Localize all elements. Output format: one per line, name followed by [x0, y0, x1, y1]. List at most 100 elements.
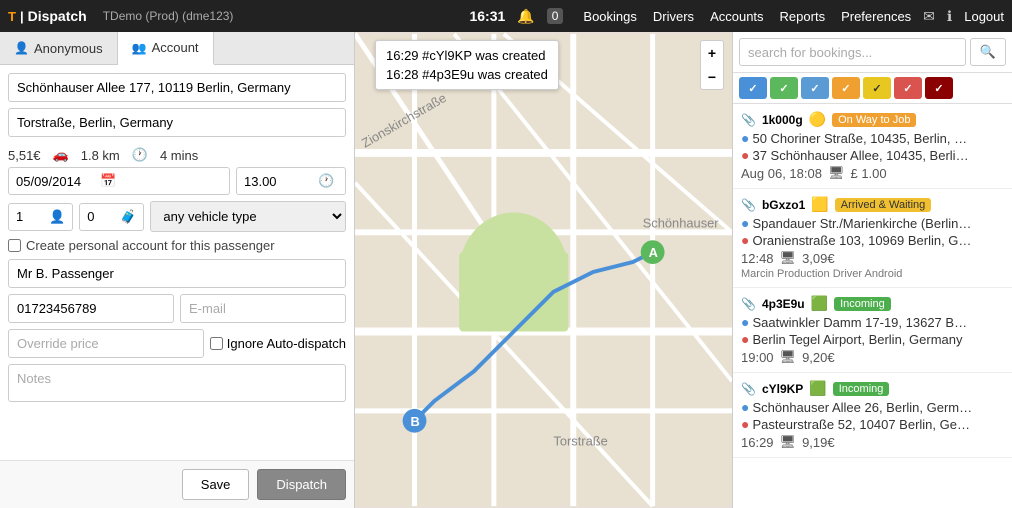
svg-text:Schönhauser: Schönhauser — [643, 215, 720, 230]
passenger-name-row — [8, 259, 346, 288]
destination-row — [8, 108, 346, 137]
nav-drivers[interactable]: Drivers — [653, 9, 694, 24]
pax-row: 👤 🧳 any vehicle type Standard Premium Va… — [8, 201, 346, 232]
action-row: Save Dispatch — [0, 460, 354, 508]
map-popup-1: 16:29 #cYl9KP was created 16:28 #4p3E9u … — [375, 40, 559, 90]
pax-count-input[interactable] — [16, 209, 44, 224]
booking-price: 9,19€ — [802, 435, 835, 450]
zoom-in-button[interactable]: + — [701, 41, 723, 65]
time-input[interactable] — [244, 174, 314, 189]
pax-count-field: 👤 — [8, 203, 73, 231]
search-button[interactable]: 🔍 — [970, 38, 1006, 66]
filter-row: ✓ ✓ ✓ ✓ ✓ ✓ ✓ — [733, 73, 1012, 104]
booking-header: 📎 cYl9KP 🟩 Incoming — [741, 380, 1004, 397]
filter-orange[interactable]: ✓ — [832, 77, 860, 99]
phone-input[interactable] — [8, 294, 174, 323]
vehicle-type-select[interactable]: any vehicle type Standard Premium Van — [150, 201, 346, 232]
booking-id: cYl9KP — [762, 382, 803, 396]
nav-preferences[interactable]: Preferences — [841, 9, 911, 24]
main-layout: 👤 Anonymous 👥 Account 5,51€ 🚗 1.8 km 🕐 4… — [0, 32, 1012, 508]
nav-reports[interactable]: Reports — [780, 9, 826, 24]
right-panel: 🔍 ✓ ✓ ✓ ✓ ✓ ✓ ✓ 📎 1k000g 🟡 On Way to Job… — [732, 32, 1012, 508]
route-price: 5,51€ — [8, 148, 41, 163]
booking-item[interactable]: 📎 1k000g 🟡 On Way to Job ● 50 Choriner S… — [733, 104, 1012, 189]
tab-account[interactable]: 👥 Account — [118, 32, 214, 65]
from-address: Spandauer Str./Marienkirche (Berlin), 10… — [752, 216, 972, 231]
filter-red[interactable]: ✓ — [894, 77, 922, 99]
route-time-icon: 🕐 — [132, 147, 148, 163]
booking-id: 4p3E9u — [762, 297, 805, 311]
date-wrapper: 📅 — [8, 167, 230, 195]
filter-green[interactable]: ✓ — [770, 77, 798, 99]
email-input[interactable] — [180, 294, 346, 323]
booking-price: 3,09€ — [802, 251, 835, 266]
app-name: Dispatch — [28, 8, 87, 24]
to-address: Berlin Tegel Airport, Berlin, Germany — [752, 332, 962, 347]
create-account-label: Create personal account for this passeng… — [26, 238, 275, 253]
override-price-input[interactable] — [8, 329, 204, 358]
status-indicator: 🟡 — [809, 111, 826, 128]
filter-darkred[interactable]: ✓ — [925, 77, 953, 99]
booking-time: 16:29 — [741, 435, 774, 450]
svg-text:B: B — [411, 414, 420, 429]
popup-1-text: 16:29 #cYl9KP was created — [386, 46, 548, 65]
booking-driver: Marcin Production Driver Android — [741, 268, 1004, 280]
left-panel: 👤 Anonymous 👥 Account 5,51€ 🚗 1.8 km 🕐 4… — [0, 32, 355, 508]
save-button[interactable]: Save — [182, 469, 250, 500]
passenger-name-input[interactable] — [8, 259, 346, 288]
booking-item[interactable]: 📎 bGxzo1 🟨 Arrived & Waiting ● Spandauer… — [733, 189, 1012, 288]
pipe: | — [20, 9, 24, 24]
from-address: Saatwinkler Damm 17-19, 13627 Berlin,... — [752, 315, 972, 330]
filter-yellow[interactable]: ✓ — [863, 77, 891, 99]
status-indicator: 🟨 — [811, 196, 828, 213]
filter-blue[interactable]: ✓ — [739, 77, 767, 99]
attachment-icon: 📎 — [741, 297, 756, 311]
ignore-autodispatch-checkbox[interactable] — [210, 337, 223, 350]
notes-textarea[interactable] — [8, 364, 346, 402]
booking-meta: Aug 06, 18:08 🖥 £ 1.00 — [741, 165, 1004, 181]
meter-icon: 🖥 — [780, 434, 797, 450]
booking-search-input[interactable] — [739, 38, 966, 66]
to-dot: ● — [741, 148, 749, 162]
bell-icon[interactable]: 🔔 — [517, 8, 534, 25]
from-dot: ● — [741, 131, 749, 145]
booking-list: 📎 1k000g 🟡 On Way to Job ● 50 Choriner S… — [733, 104, 1012, 508]
to-address: 37 Schönhauser Allee, 10435, Berlin, G..… — [752, 148, 972, 163]
nav-bookings[interactable]: Bookings — [583, 9, 636, 24]
booking-from: ● Saatwinkler Damm 17-19, 13627 Berlin,.… — [741, 315, 1004, 330]
booking-item[interactable]: 📎 4p3E9u 🟩 Incoming ● Saatwinkler Damm 1… — [733, 288, 1012, 373]
create-account-row: Create personal account for this passeng… — [8, 238, 346, 253]
mail-icon[interactable]: ✉ — [923, 8, 935, 25]
destination-input[interactable] — [8, 108, 346, 137]
tab-anonymous[interactable]: 👤 Anonymous — [0, 32, 118, 64]
account-icon: 👥 — [132, 41, 147, 55]
clock-icon[interactable]: 🕐 — [318, 173, 334, 189]
anonymous-icon: 👤 — [14, 41, 29, 55]
zoom-out-button[interactable]: − — [701, 65, 723, 89]
dispatch-button[interactable]: Dispatch — [257, 469, 346, 500]
svg-text:A: A — [649, 245, 658, 260]
logout-button[interactable]: Logout — [964, 9, 1004, 24]
luggage-input[interactable] — [87, 209, 115, 224]
nav-accounts[interactable]: Accounts — [710, 9, 763, 24]
logo-t: T — [8, 9, 16, 24]
info-icon[interactable]: ℹ — [947, 8, 952, 25]
filter-blue2[interactable]: ✓ — [801, 77, 829, 99]
attachment-icon: 📎 — [741, 382, 756, 396]
from-dot: ● — [741, 315, 749, 329]
meter-icon: 🖥 — [828, 165, 845, 181]
status-indicator: 🟩 — [809, 380, 826, 397]
from-address: Schönhauser Allee 26, Berlin, Germany — [752, 400, 972, 415]
create-account-checkbox[interactable] — [8, 239, 21, 252]
booking-item[interactable]: 📎 cYl9KP 🟩 Incoming ● Schönhauser Allee … — [733, 373, 1012, 458]
date-input[interactable] — [16, 174, 96, 189]
luggage-field: 🧳 — [79, 203, 144, 231]
status-badge: Arrived & Waiting — [835, 198, 932, 212]
ignore-autodispatch-label: Ignore Auto-dispatch — [227, 336, 346, 351]
status-badge: Incoming — [834, 297, 891, 311]
from-address: 50 Choriner Straße, 10435, Berlin, Germ.… — [752, 131, 972, 146]
calendar-icon[interactable]: 📅 — [100, 173, 116, 189]
booking-from: ● 50 Choriner Straße, 10435, Berlin, Ger… — [741, 131, 1004, 146]
pickup-input[interactable] — [8, 73, 346, 102]
svg-text:Torstraße: Torstraße — [553, 434, 607, 449]
